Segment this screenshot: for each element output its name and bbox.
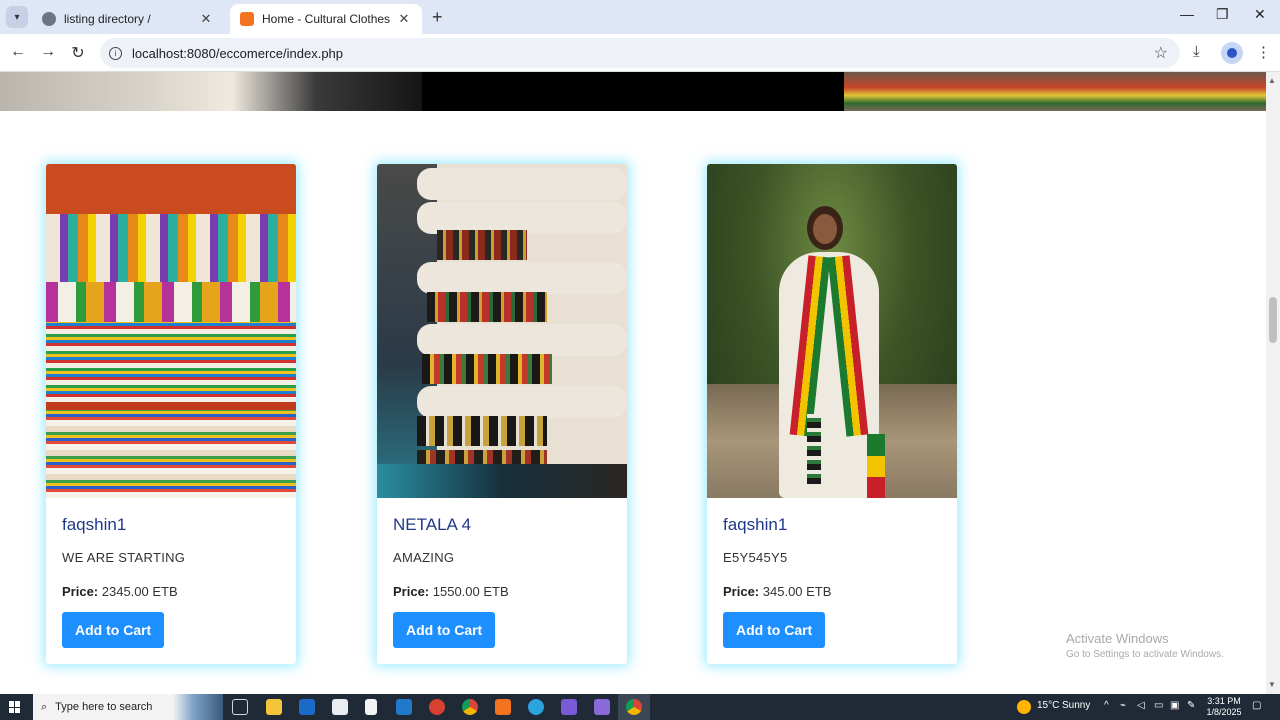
reload-icon[interactable]: ↻ — [68, 43, 88, 63]
vertical-scrollbar[interactable]: ▲ ▼ — [1266, 72, 1280, 694]
watermark-subtitle: Go to Settings to activate Windows. — [1066, 649, 1224, 660]
add-to-cart-button[interactable]: Add to Cart — [723, 612, 826, 648]
tab-strip: ▾ listing directory / ✕ Home - Cultural … — [0, 0, 1280, 34]
product-description: WE ARE STARTING — [62, 550, 186, 565]
clock-time: 3:31 PM — [1207, 696, 1241, 706]
wps-icon[interactable] — [429, 699, 445, 715]
notepad-icon[interactable] — [365, 699, 377, 715]
product-price: Price: 1550.00 ETB — [393, 584, 611, 599]
chrome-icon[interactable] — [626, 699, 642, 715]
bookmark-star-icon[interactable]: ☆ — [1154, 43, 1168, 63]
product-card: NETALA 4 AMAZING Price: 1550.00 ETB Add … — [377, 164, 627, 664]
price-label: Price: — [62, 584, 99, 599]
close-icon[interactable]: ✕ — [198, 11, 214, 27]
address-bar[interactable]: i localhost:8080/eccomerce/index.php ☆ — [100, 38, 1180, 68]
tab-home-cultural-clothes[interactable]: Home - Cultural Clothes ✕ — [230, 4, 422, 34]
hero-banner — [0, 72, 1266, 111]
chrome-icon[interactable] — [462, 699, 478, 715]
pen-icon[interactable]: ✎ — [1187, 700, 1195, 711]
product-price: Price: 345.00 ETB — [723, 584, 941, 599]
weather-temp[interactable]: 15°C — [1037, 700, 1059, 711]
menu-kebab-icon[interactable]: ⋮ — [1256, 43, 1271, 61]
tab-search-button[interactable]: ▾ — [6, 6, 28, 28]
battery-icon[interactable]: ▭ — [1154, 700, 1163, 711]
back-icon[interactable]: ← — [8, 43, 28, 61]
product-image-folded-fabric — [377, 164, 627, 498]
store-icon[interactable] — [332, 699, 348, 715]
product-image-colorful-scarves — [46, 164, 296, 498]
scroll-down-icon[interactable]: ▼ — [1268, 680, 1276, 689]
download-icon[interactable]: ⤓ — [1193, 43, 1200, 60]
system-clock[interactable]: 3:31 PM 1/8/2025 — [1202, 696, 1246, 718]
windows-taskbar: ⌕ Type here to search 15°C Sunny ^ ⌁ ◁ ▭… — [0, 694, 1280, 720]
url-text[interactable]: localhost:8080/eccomerce/index.php — [132, 46, 343, 61]
app-icon[interactable] — [561, 699, 577, 715]
maximize-button[interactable]: ❐ — [1216, 6, 1229, 23]
window-close-button[interactable]: ✕ — [1254, 6, 1266, 23]
volume-icon[interactable]: ◁ — [1137, 700, 1145, 711]
windows-start-icon[interactable] — [9, 701, 21, 713]
product-card: faqshin1 WE ARE STARTING Price: 2345.00 … — [46, 164, 296, 664]
network-icon[interactable]: ⌁ — [1120, 700, 1126, 711]
add-to-cart-button[interactable]: Add to Cart — [393, 612, 496, 648]
taskbar-search-box[interactable]: ⌕ Type here to search — [33, 694, 223, 720]
watermark-title: Activate Windows — [1066, 631, 1169, 646]
vscode-icon[interactable] — [396, 699, 412, 715]
scroll-up-icon[interactable]: ▲ — [1268, 76, 1276, 85]
weather-text[interactable]: Sunny — [1062, 700, 1090, 711]
app-icon[interactable] — [594, 699, 610, 715]
profile-avatar[interactable] — [1221, 42, 1243, 64]
minimize-button[interactable]: — — [1180, 6, 1194, 22]
forward-icon[interactable]: → — [38, 43, 58, 61]
product-price: Price: 2345.00 ETB — [62, 584, 280, 599]
browser-toolbar: ← → ↻ i localhost:8080/eccomerce/index.p… — [0, 34, 1280, 72]
product-name[interactable]: faqshin1 — [723, 515, 941, 535]
page-viewport: faqshin1 WE ARE STARTING Price: 2345.00 … — [0, 72, 1266, 694]
product-name[interactable]: NETALA 4 — [393, 515, 611, 535]
product-description: AMAZING — [393, 550, 455, 565]
add-to-cart-button[interactable]: Add to Cart — [62, 612, 165, 648]
price-value: 1550.00 ETB — [432, 584, 509, 599]
product-description: E5Y545Y5 — [723, 550, 788, 565]
search-highlight-image — [173, 694, 223, 720]
price-value: 345.00 ETB — [762, 584, 832, 599]
weather-sun-icon — [1017, 700, 1031, 714]
tab-listing-directory[interactable]: listing directory / ✕ — [32, 4, 224, 34]
tab-title: Home - Cultural Clothes — [262, 12, 391, 26]
search-icon: ⌕ — [41, 700, 48, 713]
xampp-icon[interactable] — [495, 699, 511, 715]
tray-chevron-icon[interactable]: ^ — [1104, 700, 1109, 711]
product-image-woman-traditional-dress — [707, 164, 957, 498]
banner-image-3 — [844, 72, 1266, 111]
xampp-icon — [240, 12, 254, 26]
telegram-icon[interactable] — [528, 699, 544, 715]
close-icon[interactable]: ✕ — [396, 11, 412, 27]
price-label: Price: — [393, 584, 430, 599]
banner-image-2 — [422, 72, 844, 111]
price-label: Price: — [723, 584, 760, 599]
outlook-icon[interactable] — [299, 699, 315, 715]
site-info-icon[interactable]: i — [109, 46, 122, 60]
product-name[interactable]: faqshin1 — [62, 515, 280, 535]
product-card: faqshin1 E5Y545Y5 Price: 345.00 ETB Add … — [707, 164, 957, 664]
file-explorer-icon[interactable] — [266, 699, 282, 715]
tab-title: listing directory / — [64, 12, 151, 26]
globe-icon — [42, 12, 56, 26]
notifications-icon[interactable]: ▢ — [1252, 700, 1261, 711]
clock-date: 1/8/2025 — [1206, 707, 1242, 717]
new-tab-button[interactable]: + — [432, 7, 443, 28]
banner-image-1 — [0, 72, 422, 111]
scroll-thumb[interactable] — [1269, 297, 1277, 343]
display-icon[interactable]: ▣ — [1170, 700, 1179, 711]
task-view-icon[interactable] — [232, 699, 248, 715]
price-value: 2345.00 ETB — [101, 584, 178, 599]
activate-windows-watermark: Activate Windows Go to Settings to activ… — [1066, 631, 1224, 660]
search-placeholder: Type here to search — [55, 701, 153, 713]
